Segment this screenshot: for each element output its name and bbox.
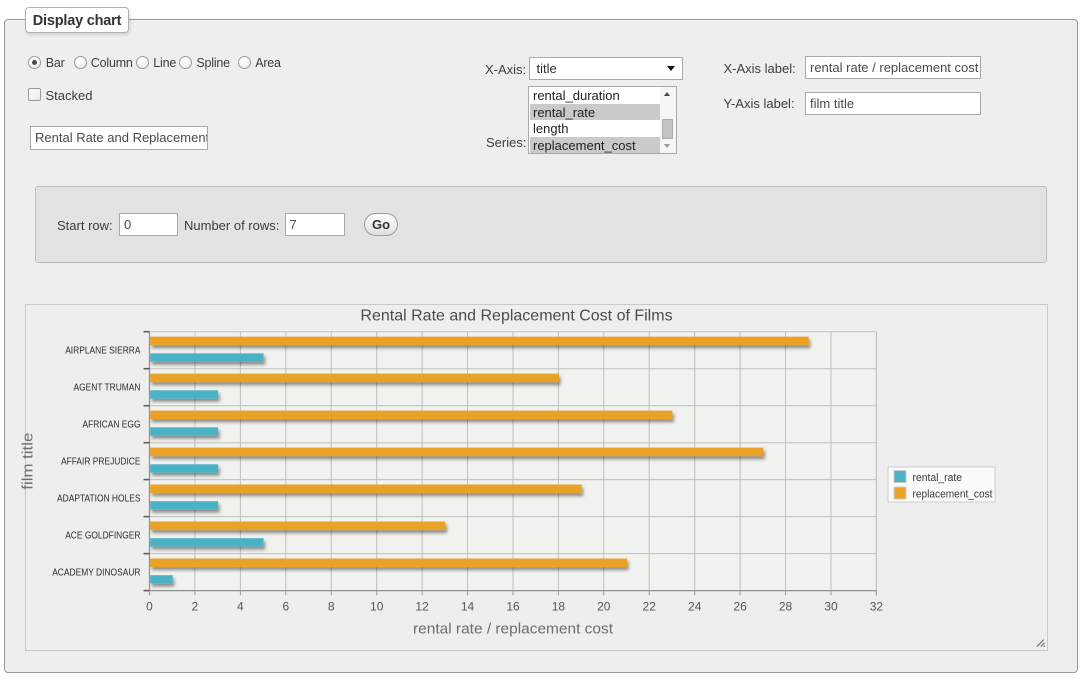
svg-text:ACE GOLDFINGER: ACE GOLDFINGER <box>65 531 140 542</box>
svg-text:26: 26 <box>733 599 747 613</box>
svg-text:32: 32 <box>870 599 884 613</box>
svg-text:20: 20 <box>597 599 611 613</box>
svg-text:10: 10 <box>370 599 384 613</box>
svg-text:rental rate / replacement cost: rental rate / replacement cost <box>413 620 614 637</box>
svg-text:AFRICAN EGG: AFRICAN EGG <box>83 420 141 431</box>
svg-text:14: 14 <box>461 599 475 613</box>
svg-text:0: 0 <box>146 599 153 613</box>
svg-text:ADAPTATION HOLES: ADAPTATION HOLES <box>57 494 141 505</box>
svg-text:AGENT TRUMAN: AGENT TRUMAN <box>74 383 141 394</box>
svg-text:2: 2 <box>192 599 199 613</box>
svg-text:AIRPLANE SIERRA: AIRPLANE SIERRA <box>65 346 141 357</box>
svg-text:film title: film title <box>20 433 37 490</box>
svg-text:28: 28 <box>779 599 793 613</box>
svg-text:rental_rate: rental_rate <box>913 472 963 484</box>
svg-text:AFFAIR PREJUDICE: AFFAIR PREJUDICE <box>61 457 141 468</box>
svg-text:18: 18 <box>552 599 566 613</box>
svg-text:12: 12 <box>415 599 429 613</box>
svg-text:22: 22 <box>643 599 657 613</box>
svg-text:4: 4 <box>237 599 244 613</box>
svg-text:replacement_cost: replacement_cost <box>913 488 993 500</box>
svg-text:Rental Rate and Replacement Co: Rental Rate and Replacement Cost of Film… <box>360 308 672 325</box>
svg-text:6: 6 <box>282 599 289 613</box>
svg-text:30: 30 <box>824 599 838 613</box>
svg-text:16: 16 <box>506 599 520 613</box>
svg-text:8: 8 <box>328 599 335 613</box>
svg-text:24: 24 <box>688 599 702 613</box>
svg-text:ACADEMY DINOSAUR: ACADEMY DINOSAUR <box>52 568 140 579</box>
